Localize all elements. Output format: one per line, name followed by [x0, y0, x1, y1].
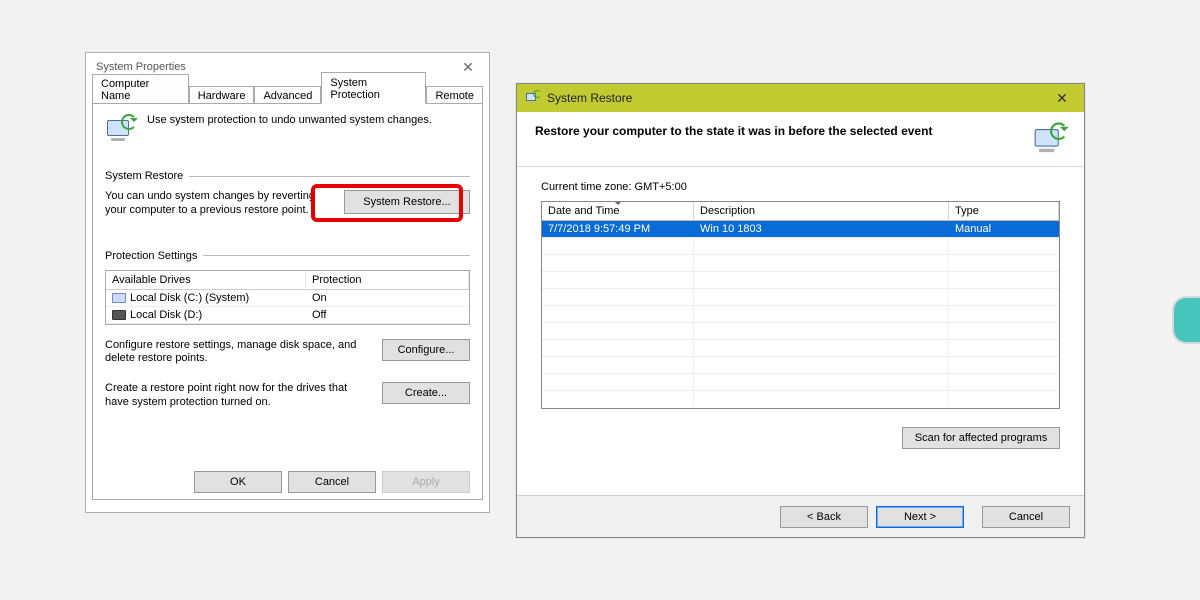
- drive-name: Local Disk (D:): [130, 309, 202, 321]
- cancel-button[interactable]: Cancel: [288, 471, 376, 493]
- section-restore-title: System Restore: [105, 170, 183, 182]
- titlebar[interactable]: System Restore ✕: [517, 84, 1084, 112]
- section-protection-title: Protection Settings: [105, 250, 197, 262]
- section-label-protection: Protection Settings: [105, 250, 470, 262]
- section-label-restore: System Restore: [105, 170, 470, 182]
- tab-remote[interactable]: Remote: [426, 86, 483, 104]
- system-restore-icon: [105, 114, 137, 146]
- intro-text: Use system protection to undo unwanted s…: [147, 114, 432, 126]
- col-protection[interactable]: Protection: [306, 271, 469, 289]
- configure-description: Configure restore settings, manage disk …: [105, 339, 372, 367]
- col-type[interactable]: Type: [949, 202, 1059, 221]
- window-title: System Properties: [96, 61, 186, 73]
- tab-panel-system-protection: Use system protection to undo unwanted s…: [92, 103, 483, 500]
- tab-advanced[interactable]: Advanced: [254, 86, 321, 104]
- apply-button: Apply: [382, 471, 470, 493]
- ok-button[interactable]: OK: [194, 471, 282, 493]
- cell-type: Manual: [949, 221, 1059, 237]
- drives-header: Available Drives Protection: [106, 271, 469, 290]
- sort-descending-icon: [614, 201, 622, 209]
- wizard-heading: Restore your computer to the state it wa…: [535, 124, 1024, 140]
- cancel-button[interactable]: Cancel: [982, 506, 1070, 528]
- create-description: Create a restore point right now for the…: [105, 382, 372, 410]
- close-icon[interactable]: ✕: [1044, 87, 1080, 109]
- drive-icon: [112, 293, 126, 303]
- col-date-time[interactable]: Date and Time: [542, 202, 694, 221]
- system-restore-wizard: System Restore ✕ Restore your computer t…: [516, 83, 1085, 538]
- decorative-shape: [1172, 296, 1200, 344]
- scan-affected-programs-button[interactable]: Scan for affected programs: [902, 427, 1060, 449]
- drive-name: Local Disk (C:) (System): [130, 292, 249, 304]
- cell-datetime: 7/7/2018 9:57:49 PM: [542, 221, 694, 237]
- next-button[interactable]: Next >: [876, 506, 964, 528]
- tab-hardware[interactable]: Hardware: [189, 86, 255, 104]
- restore-points-table: Date and Time Description Type 7/7/2018 …: [541, 201, 1060, 409]
- table-row[interactable]: 7/7/2018 9:57:49 PM Win 10 1803 Manual: [542, 221, 1059, 237]
- configure-button[interactable]: Configure...: [382, 339, 470, 361]
- col-description[interactable]: Description: [694, 202, 949, 221]
- window-title: System Restore: [547, 91, 632, 105]
- close-icon[interactable]: ✕: [451, 57, 485, 77]
- table-header: Date and Time Description Type: [542, 202, 1059, 221]
- drive-protection: Off: [306, 307, 469, 323]
- system-properties-dialog: System Properties ✕ Computer Name Hardwa…: [85, 52, 490, 513]
- system-restore-button[interactable]: System Restore...: [344, 190, 470, 214]
- system-restore-icon: [525, 90, 541, 106]
- restore-description: You can undo system changes by reverting…: [105, 190, 334, 218]
- drive-protection: On: [306, 290, 469, 306]
- col-available-drives[interactable]: Available Drives: [106, 271, 306, 289]
- col-date-time-label: Date and Time: [548, 205, 620, 217]
- drive-icon: [112, 310, 126, 320]
- table-row[interactable]: Local Disk (C:) (System) On: [106, 290, 469, 307]
- cell-description: Win 10 1803: [694, 221, 949, 237]
- create-button[interactable]: Create...: [382, 382, 470, 404]
- dialog-button-bar: OK Cancel Apply: [194, 471, 470, 493]
- drives-table: Available Drives Protection Local Disk (…: [105, 270, 470, 325]
- wizard-footer: < Back Next > Cancel: [517, 495, 1084, 537]
- timezone-label: Current time zone: GMT+5:00: [541, 181, 1060, 193]
- tab-computer-name[interactable]: Computer Name: [92, 74, 189, 104]
- tab-system-protection[interactable]: System Protection: [321, 72, 426, 104]
- back-button[interactable]: < Back: [780, 506, 868, 528]
- wizard-header: Restore your computer to the state it wa…: [517, 112, 1084, 167]
- tab-strip: Computer Name Hardware Advanced System P…: [86, 81, 489, 103]
- table-row[interactable]: Local Disk (D:) Off: [106, 307, 469, 324]
- system-restore-icon: [1032, 122, 1067, 157]
